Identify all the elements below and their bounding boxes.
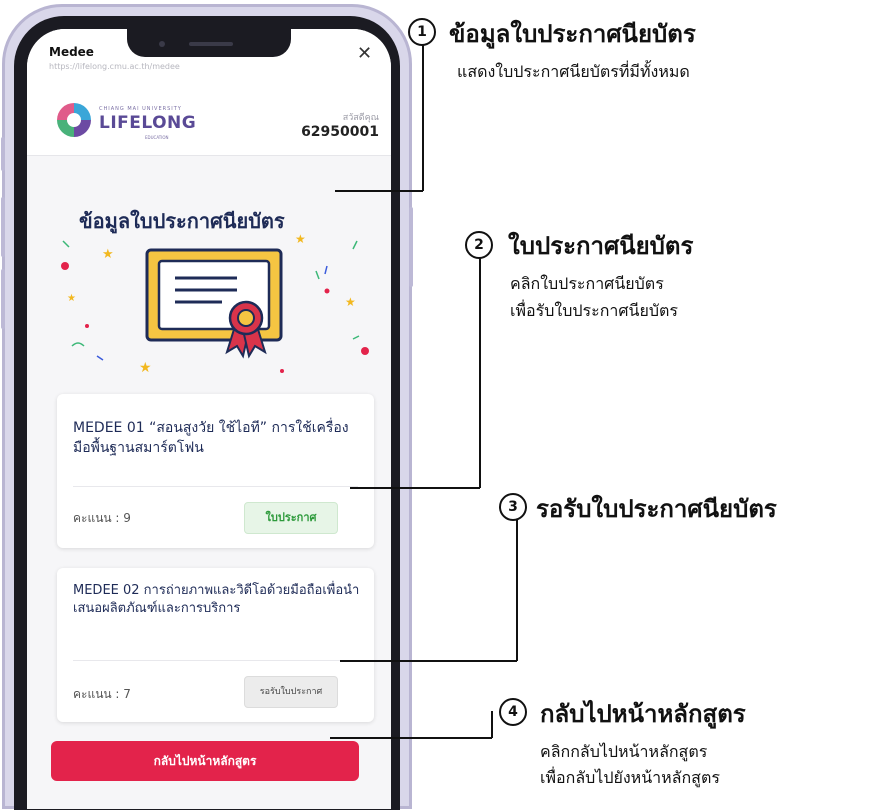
seal-center — [237, 309, 255, 327]
callout-desc-1: แสดงใบประกาศนียบัตรที่มีทั้งหมด — [457, 62, 690, 81]
course-card: MEDEE 02 การถ่ายภาพและวิดีโอด้วยมือถือเพ… — [57, 568, 374, 722]
confetti-star: ★ — [67, 293, 76, 304]
phone-side-button — [1, 137, 5, 171]
callout-number-1: 1 — [408, 18, 436, 46]
logo-text: LIFELONG — [99, 113, 197, 133]
callout-line-4 — [330, 737, 492, 739]
course-card: MEDEE 01 “สอนสูงวัย ใช้ไอที” การใช้เครื่… — [57, 394, 374, 548]
confetti-dot — [361, 347, 369, 355]
phone-screen: Medee https://lifelong.cmu.ac.th/medee ✕… — [27, 29, 391, 809]
callout-desc-2: เพื่อรับใบประกาศนียบัตร — [510, 301, 678, 320]
phone-frame: Medee https://lifelong.cmu.ac.th/medee ✕… — [1, 4, 413, 810]
logo-small-text: CHIANG MAI UNIVERSITY — [99, 106, 182, 112]
callout-line-1 — [422, 42, 424, 191]
back-to-course-button[interactable]: กลับไปหน้าหลักสูตร — [51, 741, 359, 781]
phone-side-button — [1, 269, 5, 329]
greeting-text: สวัสดีคุณ — [342, 113, 379, 123]
callout-title-3: รอรับใบประกาศนียบัตร — [536, 495, 777, 523]
logo-sub-text: EDUCATION — [145, 135, 169, 140]
callout-line-2 — [479, 255, 481, 488]
speaker-icon — [189, 42, 233, 46]
certificate-page-content: ข้อมูลใบประกาศนียบัตร ★ ★ ★ ★ ★ MEDEE 01… — [27, 156, 391, 809]
card-divider — [73, 660, 358, 661]
callout-line-2 — [350, 487, 480, 489]
confetti-dot — [61, 262, 69, 270]
confetti-star: ★ — [139, 360, 152, 376]
callout-line-4 — [491, 711, 493, 738]
phone-side-button — [1, 197, 5, 257]
callout-number-2: 2 — [465, 231, 493, 259]
page-url: https://lifelong.cmu.ac.th/medee — [49, 62, 180, 71]
phone-notch — [127, 29, 291, 57]
confetti-dot — [280, 369, 284, 373]
card-divider — [73, 486, 358, 487]
lifelong-logo-icon-center — [67, 113, 81, 127]
callout-title-1: ข้อมูลใบประกาศนียบัตร — [449, 20, 696, 48]
site-header: CHIANG MAI UNIVERSITY LIFELONG EDUCATION… — [27, 85, 391, 156]
callout-title-2: ใบประกาศนียบัตร — [508, 232, 694, 260]
callout-line-3 — [516, 518, 518, 661]
confetti-dot — [324, 288, 330, 294]
callout-line-3 — [340, 660, 517, 662]
callout-number-3: 3 — [499, 493, 527, 521]
certificate-button[interactable]: ใบประกาศ — [244, 502, 338, 534]
course-score: คะแนน : 7 — [73, 687, 131, 701]
confetti-star: ★ — [295, 232, 306, 246]
course-title: MEDEE 01 “สอนสูงวัย ใช้ไอที” การใช้เครื่… — [73, 420, 349, 456]
phone-power-button — [409, 207, 413, 287]
user-id: 62950001 — [301, 124, 379, 140]
pending-certificate-button[interactable]: รอรับใบประกาศ — [244, 676, 338, 708]
callout-line-1 — [335, 190, 423, 192]
callout-title-4: กลับไปหน้าหลักสูตร — [540, 700, 746, 728]
confetti-star: ★ — [102, 247, 114, 262]
app-title: Medee — [49, 45, 94, 59]
callout-number-4: 4 — [499, 698, 527, 726]
confetti-dot — [85, 324, 89, 328]
callout-desc-4: คลิกกลับไปหน้าหลักสูตร — [540, 742, 708, 761]
close-icon[interactable]: ✕ — [357, 43, 372, 64]
callout-desc-2: คลิกใบประกาศนียบัตร — [510, 274, 664, 293]
certificate-illustration: ★ ★ ★ ★ ★ — [61, 232, 369, 376]
callout-desc-4: เพื่อกลับไปยังหน้าหลักสูตร — [540, 768, 720, 787]
camera-icon — [159, 41, 165, 47]
course-score: คะแนน : 9 — [73, 511, 131, 525]
confetti-star: ★ — [345, 295, 356, 309]
course-title: MEDEE 02 การถ่ายภาพและวิดีโอด้วยมือถือเพ… — [73, 583, 360, 616]
